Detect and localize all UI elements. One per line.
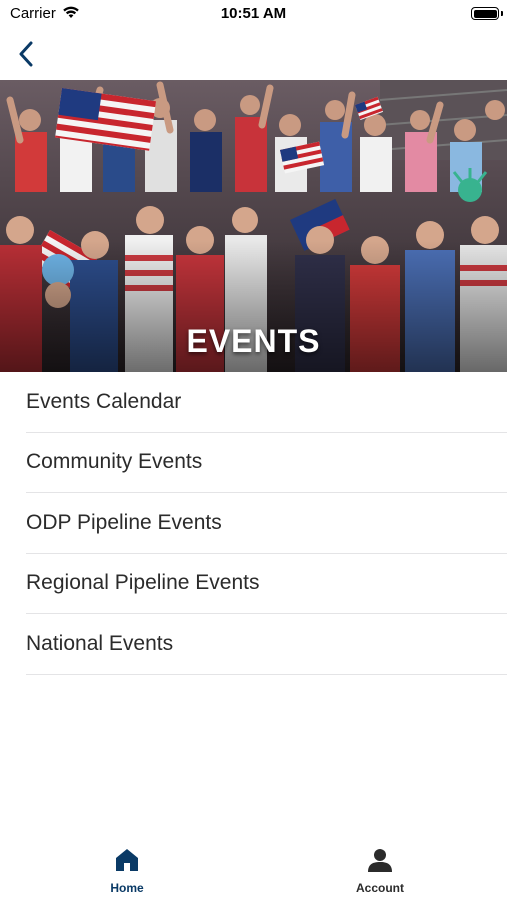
tab-bar: Home Account <box>0 835 507 900</box>
status-bar: Carrier 10:51 AM <box>0 0 507 28</box>
list-item-label: ODP Pipeline Events <box>26 510 222 534</box>
tab-home-label: Home <box>110 881 144 895</box>
tab-account[interactable]: Account <box>320 847 440 895</box>
list-item-odp-pipeline-events[interactable]: ODP Pipeline Events <box>26 493 507 554</box>
list-item-label: Community Events <box>26 450 203 474</box>
person-icon <box>368 849 392 872</box>
battery-icon <box>471 7 499 20</box>
list-item-events-calendar[interactable]: Events Calendar <box>26 372 507 433</box>
events-list: Events Calendar Community Events ODP Pip… <box>0 372 507 675</box>
tab-home[interactable]: Home <box>67 847 187 895</box>
list-item-label: Regional Pipeline Events <box>26 571 260 595</box>
status-time: 10:51 AM <box>220 5 287 22</box>
chevron-left-icon <box>19 41 33 67</box>
hero-image: EVENTS <box>0 80 507 372</box>
home-icon <box>116 849 138 871</box>
list-item-national-events[interactable]: National Events <box>26 614 507 675</box>
nav-bar <box>0 28 507 80</box>
battery-tip <box>501 11 503 16</box>
list-item-label: National Events <box>26 631 174 655</box>
tab-account-label: Account <box>356 881 404 895</box>
list-item-community-events[interactable]: Community Events <box>26 433 507 493</box>
list-item-label: Events Calendar <box>26 389 182 413</box>
list-item-regional-pipeline-events[interactable]: Regional Pipeline Events <box>26 554 507 614</box>
hero-title: EVENTS <box>186 323 321 359</box>
back-button[interactable] <box>10 38 42 70</box>
